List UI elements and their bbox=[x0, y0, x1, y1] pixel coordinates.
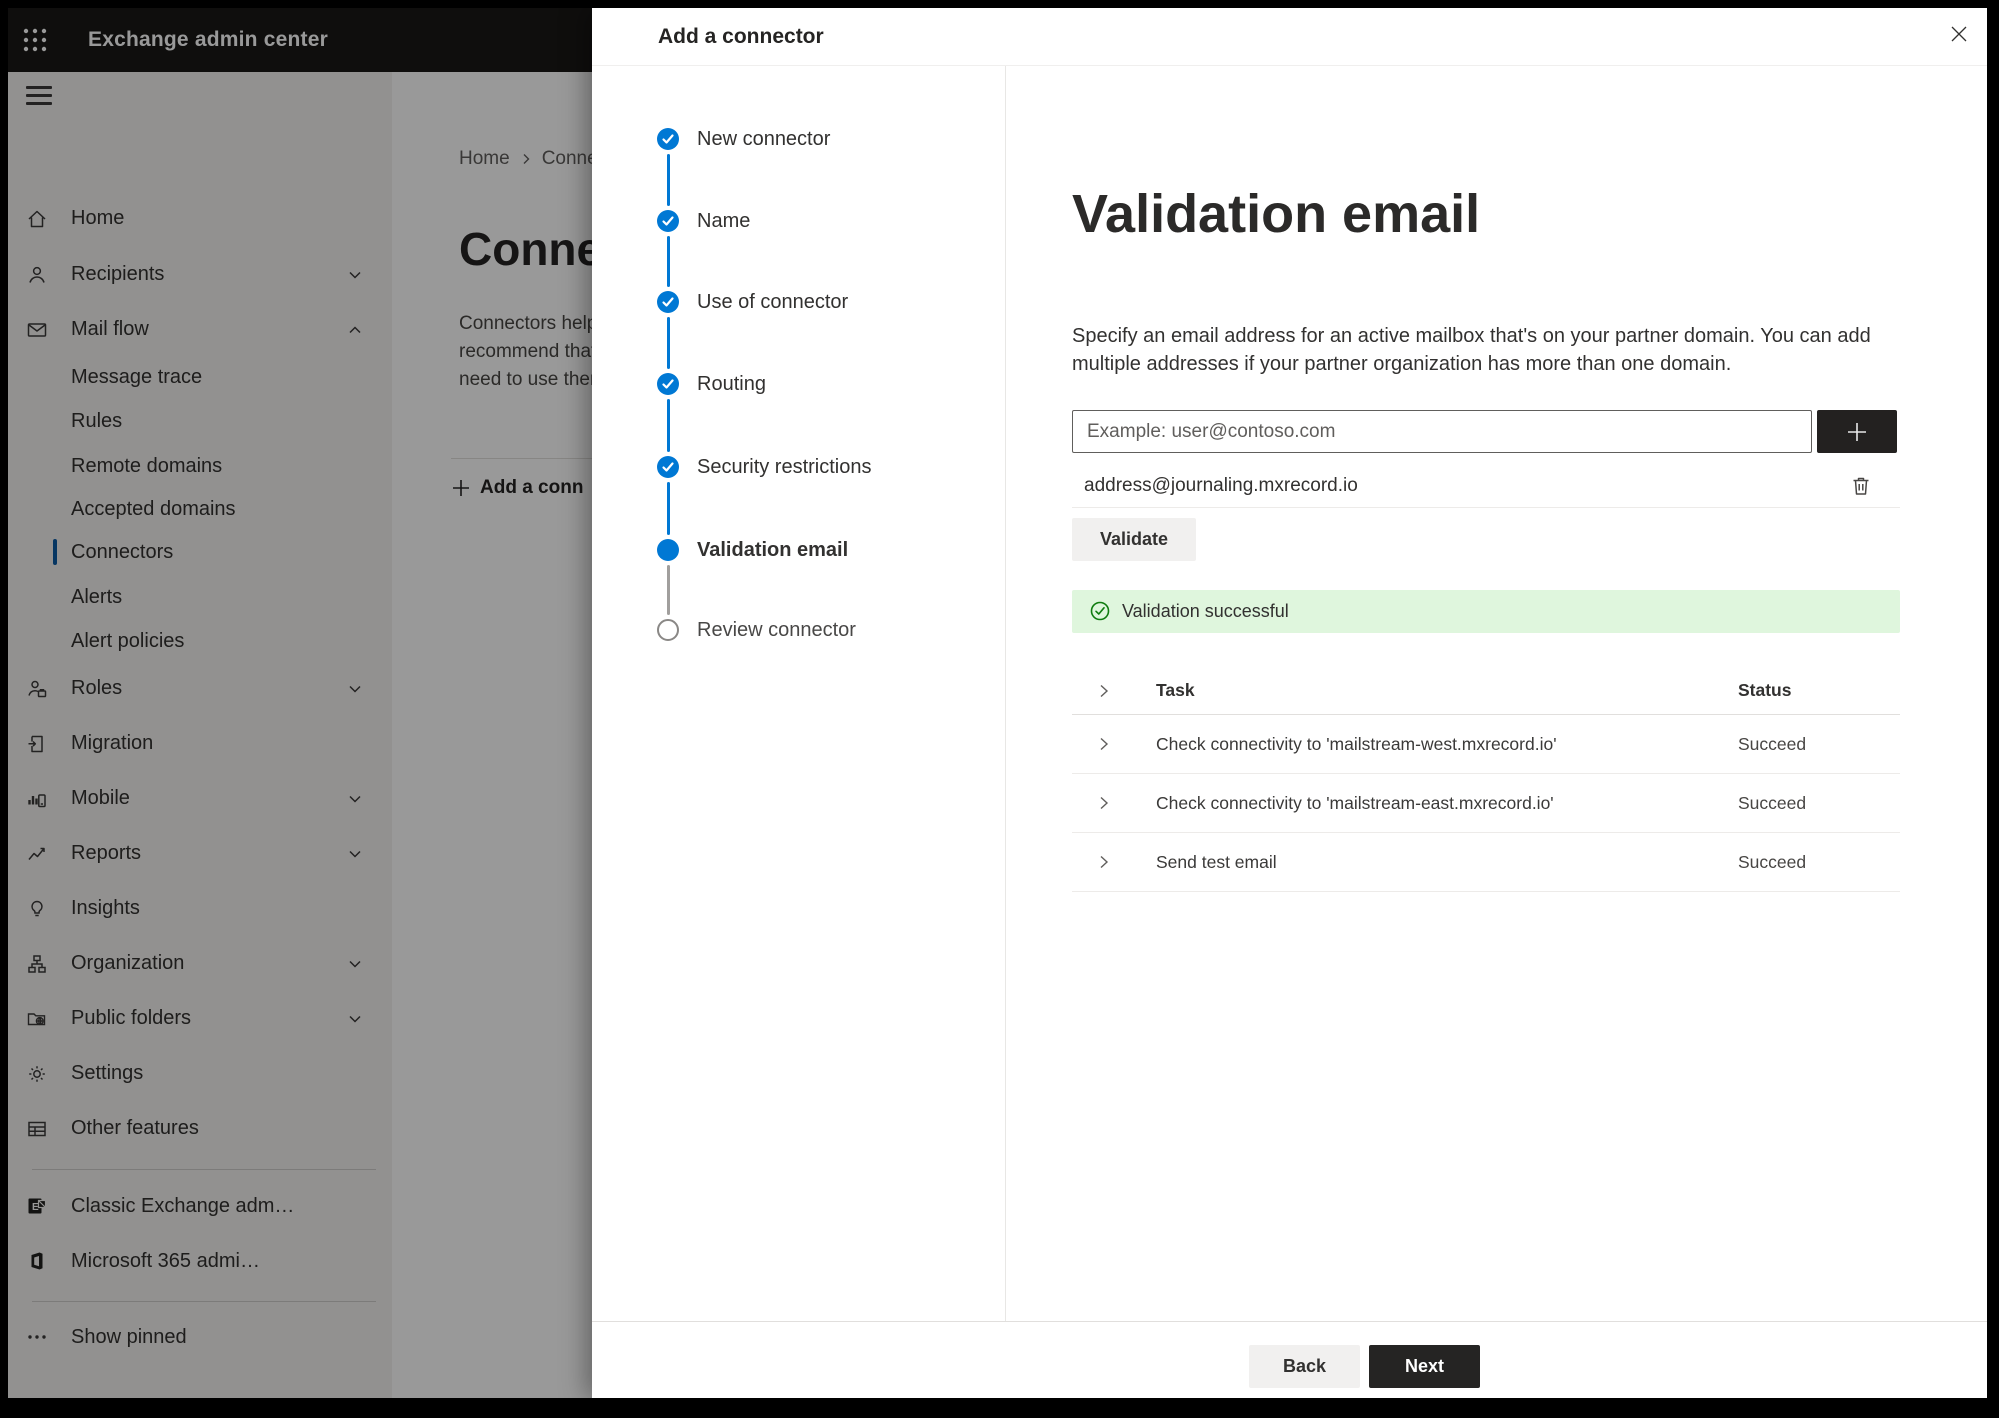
validate-button[interactable]: Validate bbox=[1072, 518, 1196, 561]
step-complete-icon bbox=[657, 456, 679, 478]
task-cell: Check connectivity to 'mailstream-east.m… bbox=[1156, 792, 1554, 813]
step-complete-icon bbox=[657, 291, 679, 313]
next-button[interactable]: Next bbox=[1369, 1345, 1480, 1388]
status-cell: Succeed bbox=[1738, 792, 1807, 813]
screen: Exchange admin center Home Recipients Ma… bbox=[0, 0, 1999, 1418]
step-review-connector[interactable]: Review connector bbox=[697, 619, 856, 641]
wizard-content-divider bbox=[1005, 66, 1006, 1321]
step-current-icon bbox=[657, 539, 679, 561]
success-check-icon bbox=[1089, 600, 1111, 622]
step-connector-line bbox=[667, 154, 670, 206]
chevron-right-icon[interactable] bbox=[1096, 736, 1112, 752]
step-connector-line bbox=[667, 482, 670, 535]
email-address-input[interactable] bbox=[1072, 410, 1812, 453]
step-security-restrictions[interactable]: Security restrictions bbox=[697, 456, 872, 478]
plus-icon bbox=[1848, 422, 1866, 441]
validation-success-banner: Validation successful bbox=[1072, 590, 1900, 633]
step-description: Specify an email address for an active m… bbox=[1072, 325, 1871, 375]
chevron-right-icon[interactable] bbox=[1096, 683, 1112, 699]
column-header-status: Status bbox=[1738, 680, 1792, 700]
trash-icon[interactable] bbox=[1849, 474, 1873, 498]
table-row[interactable]: Check connectivity to 'mailstream-west.m… bbox=[1072, 715, 1900, 774]
add-address-button[interactable] bbox=[1817, 410, 1897, 453]
exchange-admin-app: Exchange admin center Home Recipients Ma… bbox=[8, 8, 1987, 1398]
step-new-connector[interactable]: New connector bbox=[697, 128, 830, 150]
chevron-right-icon[interactable] bbox=[1096, 854, 1112, 870]
step-connector-line bbox=[667, 236, 670, 287]
chevron-right-icon[interactable] bbox=[1096, 795, 1112, 811]
task-cell: Check connectivity to 'mailstream-west.m… bbox=[1156, 733, 1557, 754]
status-cell: Succeed bbox=[1738, 733, 1807, 754]
step-validation-email[interactable]: Validation email bbox=[697, 539, 848, 561]
step-use-of-connector[interactable]: Use of connector bbox=[697, 291, 848, 313]
step-name[interactable]: Name bbox=[697, 210, 750, 232]
back-button[interactable]: Back bbox=[1249, 1345, 1360, 1388]
status-cell: Succeed bbox=[1738, 851, 1807, 872]
success-message: Validation successful bbox=[1122, 601, 1289, 621]
dialog-footer-divider bbox=[592, 1321, 1987, 1322]
close-icon[interactable] bbox=[1946, 21, 1972, 47]
step-complete-icon bbox=[657, 128, 679, 150]
step-heading: Validation email bbox=[1072, 184, 1481, 244]
dialog-header-divider bbox=[592, 65, 1987, 66]
step-complete-icon bbox=[657, 373, 679, 395]
added-address-text: address@journaling.mxrecord.io bbox=[1084, 475, 1358, 496]
step-routing[interactable]: Routing bbox=[697, 373, 766, 395]
step-upcoming-icon bbox=[657, 619, 679, 641]
step-complete-icon bbox=[657, 210, 679, 232]
task-cell: Send test email bbox=[1156, 851, 1277, 872]
dialog-title: Add a connector bbox=[658, 24, 824, 48]
step-connector-line bbox=[667, 399, 670, 452]
step-connector-line bbox=[667, 317, 670, 369]
added-address-row: address@journaling.mxrecord.io bbox=[1072, 464, 1900, 508]
add-connector-dialog: Add a connector New connector Name Use o… bbox=[592, 8, 1987, 1398]
table-row[interactable]: Send test email Succeed bbox=[1072, 833, 1900, 892]
table-row[interactable]: Check connectivity to 'mailstream-east.m… bbox=[1072, 774, 1900, 833]
table-header-row: Task Status bbox=[1072, 667, 1900, 715]
validation-results-table: Task Status Check connectivity to 'mails… bbox=[1072, 667, 1900, 892]
step-connector-line bbox=[667, 565, 670, 615]
column-header-task: Task bbox=[1156, 680, 1195, 700]
